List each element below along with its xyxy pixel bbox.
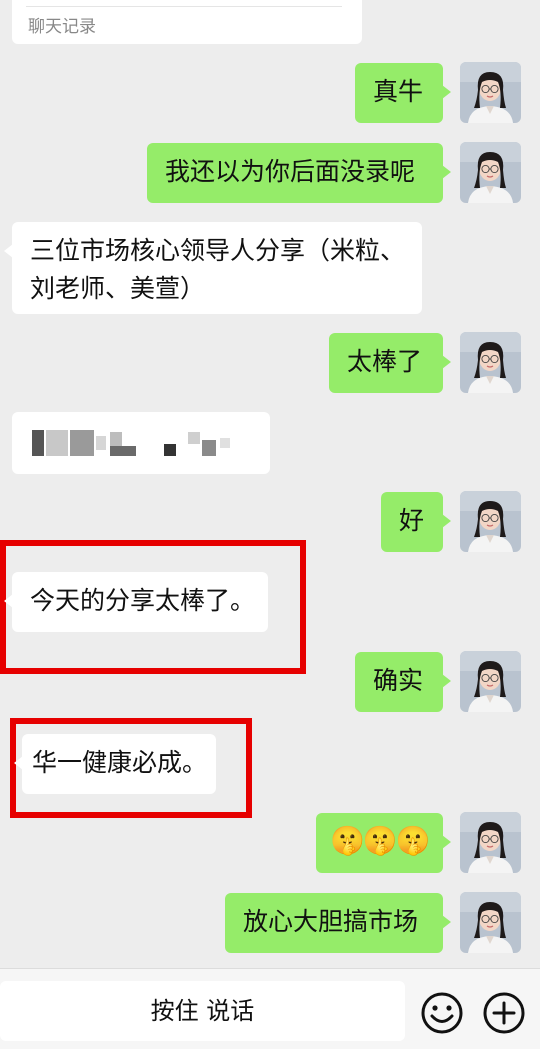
message-bubble-outgoing[interactable]: 确实 bbox=[355, 652, 451, 712]
message-text: 放心大胆搞市场 bbox=[243, 907, 419, 936]
shushing-face-emoji: 🤫 bbox=[330, 824, 365, 857]
message-bubble-outgoing[interactable]: 我还以为你后面没录呢 bbox=[147, 143, 451, 203]
divider bbox=[26, 6, 342, 7]
portrait-image bbox=[460, 332, 521, 393]
pixelated-block bbox=[164, 444, 176, 456]
avatar[interactable] bbox=[460, 332, 521, 393]
pixelated-block bbox=[110, 446, 136, 456]
shushing-face-emoji: 🤫 bbox=[395, 824, 431, 857]
avatar[interactable] bbox=[460, 651, 521, 712]
portrait-image bbox=[460, 62, 521, 123]
message-bubble-outgoing[interactable]: 太棒了 bbox=[329, 333, 451, 393]
shushing-face-emoji: 🤫 bbox=[362, 824, 398, 857]
message-text: 确实 bbox=[373, 666, 424, 695]
message-bubble-incoming[interactable]: 华一健康必成。 bbox=[14, 734, 216, 794]
portrait-image bbox=[460, 892, 521, 953]
plus-icon[interactable] bbox=[482, 991, 526, 1035]
chat-record-card[interactable]: 聊天记录 bbox=[12, 0, 362, 44]
message-bubble-incoming[interactable]: 今天的分享太棒了。 bbox=[4, 572, 268, 632]
input-bar: 按住 说话 bbox=[0, 968, 540, 1049]
avatar[interactable] bbox=[460, 812, 521, 873]
portrait-image bbox=[460, 812, 521, 873]
message-bubble-blurred[interactable] bbox=[12, 412, 270, 474]
message-bubble-incoming[interactable]: 三位市场核心领导人分享（米粒、 刘老师、美萱） bbox=[4, 222, 422, 314]
pixelated-block bbox=[202, 440, 216, 456]
message-text: 真牛 bbox=[373, 77, 424, 106]
avatar[interactable] bbox=[460, 892, 521, 953]
avatar[interactable] bbox=[460, 142, 521, 203]
avatar[interactable] bbox=[460, 62, 521, 123]
message-text: 好 bbox=[399, 506, 425, 535]
message-bubble-outgoing[interactable]: 好 bbox=[381, 492, 451, 552]
message-text-line: 三位市场核心领导人分享（米粒、 bbox=[30, 236, 406, 265]
message-text: 太棒了 bbox=[347, 347, 423, 376]
pixelated-block bbox=[46, 430, 68, 456]
message-bubble-outgoing[interactable]: 放心大胆搞市场 bbox=[225, 893, 451, 953]
pixelated-block bbox=[220, 438, 230, 448]
pixelated-block bbox=[32, 430, 44, 456]
chat-record-label: 聊天记录 bbox=[28, 17, 96, 37]
pixelated-block bbox=[96, 436, 106, 450]
portrait-image bbox=[460, 142, 521, 203]
portrait-image bbox=[460, 491, 521, 552]
message-text: 今天的分享太棒了。 bbox=[30, 586, 256, 615]
message-bubble-outgoing[interactable]: 真牛 bbox=[355, 63, 451, 123]
pixelated-block bbox=[188, 432, 200, 444]
pixelated-block bbox=[70, 430, 94, 456]
hold-to-talk-button[interactable]: 按住 说话 bbox=[0, 981, 405, 1041]
smiley-icon[interactable] bbox=[420, 991, 464, 1035]
message-bubble-outgoing[interactable]: 🤫🤫🤫 bbox=[316, 813, 451, 873]
message-text: 我还以为你后面没录呢 bbox=[165, 157, 416, 186]
portrait-image bbox=[460, 651, 521, 712]
avatar[interactable] bbox=[460, 491, 521, 552]
message-text: 华一健康必成。 bbox=[32, 748, 208, 777]
message-text-line: 刘老师、美萱） bbox=[30, 274, 206, 303]
